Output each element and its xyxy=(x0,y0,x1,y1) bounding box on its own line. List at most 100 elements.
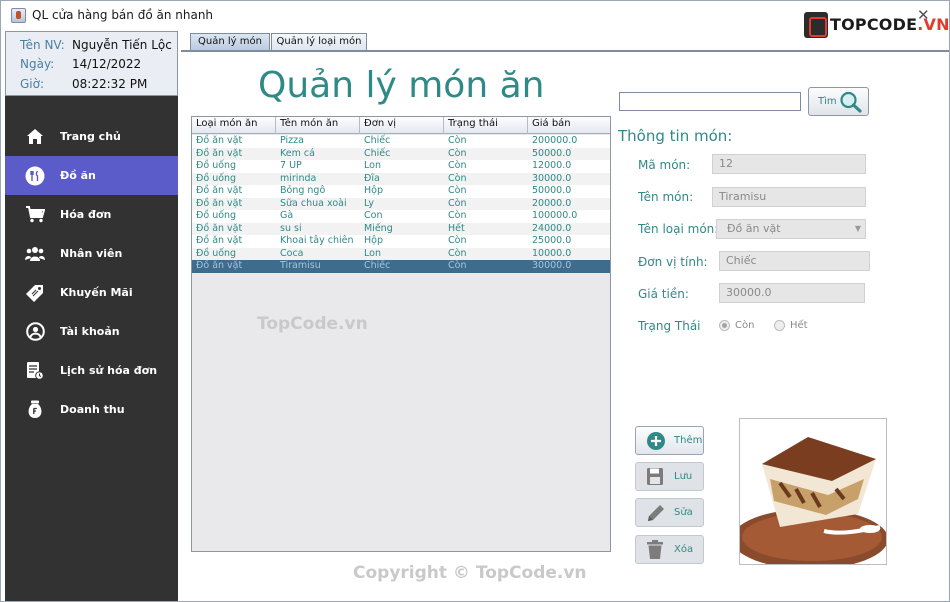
cell-unit: Chiếc xyxy=(364,147,391,159)
tab-food-management[interactable]: Quản lý món ăn xyxy=(190,33,270,63)
unit-field[interactable]: Chiếc xyxy=(719,251,870,271)
cart-icon xyxy=(25,205,45,225)
sidebar-item-home[interactable]: Trang chủ xyxy=(5,117,178,156)
cell-category: Đồ ăn vặt xyxy=(196,197,243,209)
cell-price: 30000.0 xyxy=(532,172,572,184)
column-divider xyxy=(443,117,444,134)
cell-name: mirinda xyxy=(280,172,317,184)
cell-status: Còn xyxy=(448,210,467,221)
sidebar-item-promotion[interactable]: Khuyến Mãi xyxy=(5,273,178,312)
cell-name: 7 UP xyxy=(280,160,302,171)
close-icon[interactable]: ✕ xyxy=(917,6,930,24)
receipt-history-icon xyxy=(25,361,45,381)
search-button[interactable]: Tìm xyxy=(808,87,869,116)
status-soldout-radio[interactable] xyxy=(774,320,785,331)
cell-price: 200000.0 xyxy=(532,135,578,146)
cell-status: Còn xyxy=(448,160,467,171)
cell-status: Còn xyxy=(448,185,467,196)
sidebar-item-label: Nhân viên xyxy=(60,247,123,260)
sidebar-item-label: Hóa đơn xyxy=(60,208,112,221)
cell-name: Gà xyxy=(280,210,294,221)
table-row[interactable]: Đồ ăn vặt Kem cá Chiếc Còn 50000.0 xyxy=(192,147,610,160)
table-row[interactable]: Đồ uống Coca Lon Còn 10000.0 xyxy=(192,247,610,260)
cell-price: 24000.0 xyxy=(532,222,572,234)
cell-price: 20000.0 xyxy=(532,197,572,209)
cell-status: Còn xyxy=(448,197,467,209)
table-row[interactable]: Đồ uống 7 UP Lon Còn 12000.0 xyxy=(192,160,610,173)
sidebar-item-food[interactable]: Đồ ăn xyxy=(5,156,178,195)
code-field[interactable]: 12 xyxy=(712,154,866,174)
price-field[interactable]: 30000.0 xyxy=(719,283,865,303)
search-input[interactable] xyxy=(619,92,801,111)
home-icon xyxy=(25,127,45,147)
table-row[interactable]: Đồ ăn vặt Pizza Chiếc Còn 200000.0 xyxy=(192,135,610,148)
table-row[interactable]: Đồ ăn vặt Khoai tây chiên Hộp Còn 25000.0 xyxy=(192,235,610,248)
sidebar-item-label: Đồ ăn xyxy=(60,169,96,182)
page-title: Quản lý món ăn xyxy=(258,65,545,106)
cell-price: 50000.0 xyxy=(532,185,572,196)
table-row[interactable]: Đồ uống mirinda Đĩa Còn 30000.0 xyxy=(192,172,610,185)
sidebar-item-label: Doanh thu xyxy=(60,403,125,416)
cell-price: 30000.0 xyxy=(532,260,572,271)
sidebar-item-staff[interactable]: Nhân viên xyxy=(5,234,178,273)
sidebar-item-revenue[interactable]: Doanh thu xyxy=(5,390,178,429)
staff-name-label: Tên NV: xyxy=(20,38,65,52)
name-label: Tên món: xyxy=(638,190,694,204)
status-soldout-label: Hết xyxy=(790,320,808,331)
cell-name: Pizza xyxy=(280,135,304,146)
delete-button[interactable]: Xóa xyxy=(635,535,704,564)
category-label: Tên loại món: xyxy=(638,222,719,236)
cell-category: Đồ uống xyxy=(196,172,237,184)
topcode-logo: TOPCODE.VN xyxy=(804,12,949,38)
delete-button-label: Xóa xyxy=(674,544,694,555)
cell-price: 50000.0 xyxy=(532,147,572,159)
cell-price: 25000.0 xyxy=(532,235,572,246)
food-table: Loại món ăn Tên món ăn Đơn vị Trạng thái… xyxy=(191,116,611,552)
cell-unit: Con xyxy=(364,210,383,221)
unit-label: Đơn vị tính: xyxy=(638,255,708,269)
date-label: Ngày: xyxy=(20,57,55,71)
floppy-disk-icon xyxy=(646,467,664,490)
cell-name: Tiramisu xyxy=(280,260,321,271)
column-divider xyxy=(359,117,360,134)
name-field[interactable]: Tiramisu xyxy=(712,187,866,207)
table-row[interactable]: Đồ ăn vặt Bỏng ngô Hộp Còn 50000.0 xyxy=(192,185,610,198)
column-header-status[interactable]: Trạng thái xyxy=(448,118,498,129)
table-row[interactable]: Đồ ăn vặt su si Miếng Hết 24000.0 xyxy=(192,222,610,235)
topcode-logo-icon xyxy=(804,12,828,38)
sidebar: Tên NV: Nguyễn Tiến Lộc Ngày: 14/12/2022 G… xyxy=(5,31,178,601)
cell-status: Còn xyxy=(448,135,467,146)
cell-unit: Chiếc xyxy=(364,260,391,271)
money-bag-icon xyxy=(25,400,45,420)
sidebar-item-invoice-history[interactable]: Lịch sử hóa đơn xyxy=(5,351,178,390)
sidebar-item-account[interactable]: Tài khoản xyxy=(5,312,178,351)
cell-unit: Đĩa xyxy=(364,172,380,184)
save-button[interactable]: Lưu xyxy=(635,462,704,491)
app-window: QL cửa hàng bán đồ ăn nhanh TOPCODE.VN ✕… xyxy=(0,0,950,602)
sidebar-item-label: Trang chủ xyxy=(60,130,121,143)
price-label: Giá tiền: xyxy=(638,287,689,301)
account-icon xyxy=(25,322,45,342)
table-row[interactable]: Đồ uống Gà Con Còn 100000.0 xyxy=(192,210,610,223)
table-header: Loại món ăn Tên món ăn Đơn vị Trạng thái… xyxy=(192,117,610,134)
column-header-name[interactable]: Tên món ăn xyxy=(280,118,338,129)
tab-food-category-management[interactable]: Quản lý loại món ăn xyxy=(271,33,367,63)
sidebar-item-invoice[interactable]: Hóa đơn xyxy=(5,195,178,234)
date-value: 14/12/2022 xyxy=(72,57,142,71)
time-value: 08:22:32 PM xyxy=(72,77,148,91)
table-row[interactable]: Đồ ăn vặt Sữa chua xoài Ly Còn 20000.0 xyxy=(192,197,610,210)
cell-category: Đồ ăn vặt xyxy=(196,260,243,271)
column-header-category[interactable]: Loại món ăn xyxy=(196,118,257,129)
category-select[interactable]: Đồ ăn vặt ▼ xyxy=(716,219,866,239)
cell-status: Còn xyxy=(448,147,467,159)
column-header-unit[interactable]: Đơn vị xyxy=(364,118,396,129)
status-available-radio[interactable] xyxy=(719,320,730,331)
column-header-price[interactable]: Giá bán xyxy=(532,118,571,129)
cell-price: 10000.0 xyxy=(532,247,572,259)
edit-button[interactable]: Sửa xyxy=(635,498,704,527)
table-row[interactable]: Đồ ăn vặt Tiramisu Chiếc Còn 30000.0 xyxy=(192,260,610,273)
add-button[interactable]: Thêm xyxy=(635,426,704,455)
sidebar-item-label: Khuyến Mãi xyxy=(60,286,133,299)
java-app-icon xyxy=(11,8,26,23)
users-icon xyxy=(25,244,45,264)
